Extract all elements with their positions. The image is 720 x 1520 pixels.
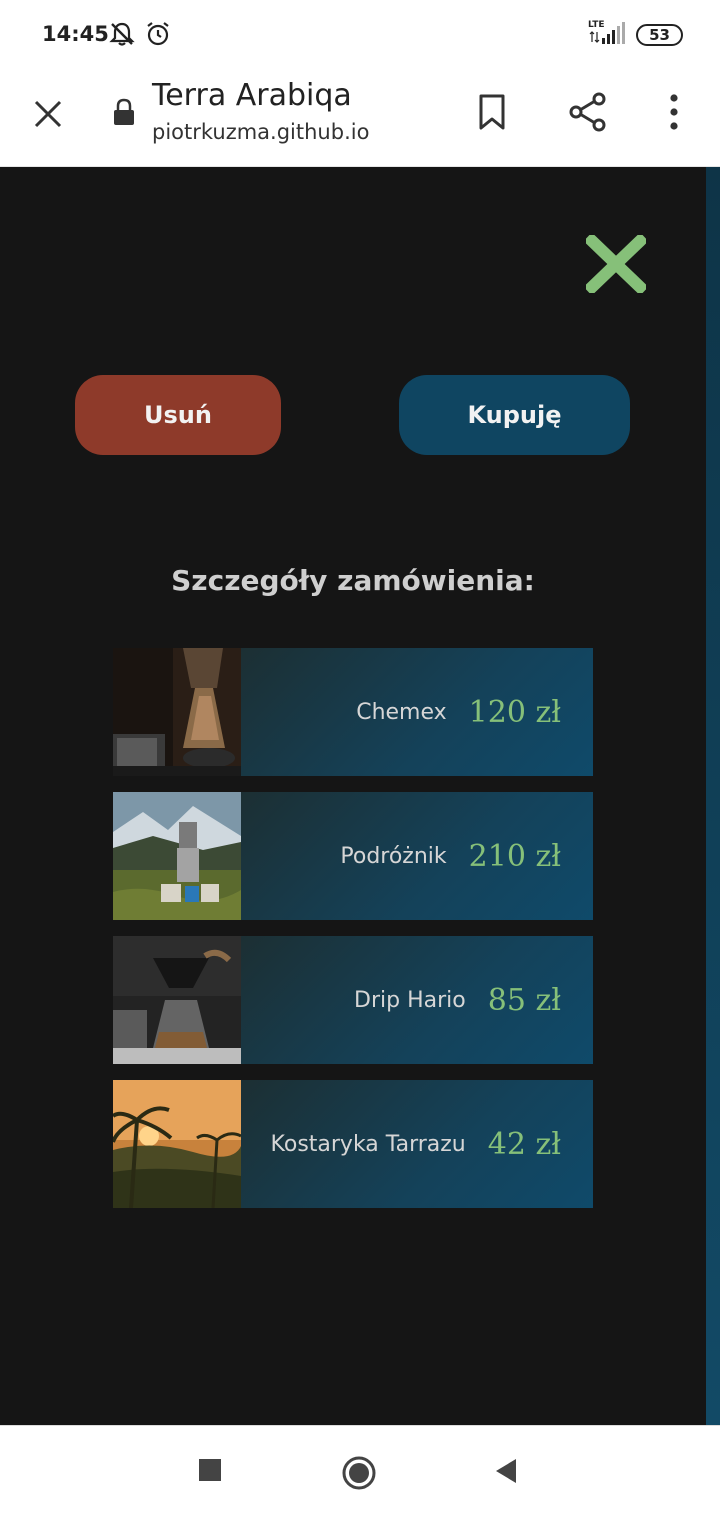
order-item-info: Chemex 120 zł <box>241 648 593 776</box>
alarm-icon <box>144 20 172 53</box>
page-title: Terra Arabiqa <box>152 78 352 113</box>
close-icon[interactable] <box>26 92 70 136</box>
page-url[interactable]: piotrkuzma.github.io <box>152 120 369 144</box>
navigation-bar <box>0 1425 720 1520</box>
recents-icon[interactable] <box>198 1458 222 1487</box>
lock-icon <box>112 98 136 126</box>
browser-toolbar: Terra Arabiqa piotrkuzma.github.io <box>0 70 720 167</box>
item-name: Chemex <box>356 699 447 725</box>
order-item: Podróżnik 210 zł <box>113 792 593 920</box>
page-content: Usuń Kupuję Szczegóły zamówienia: Chemex… <box>0 167 720 1425</box>
page-edge-strip <box>706 167 720 1425</box>
remove-button[interactable]: Usuń <box>75 375 281 455</box>
order-item: Kostaryka Tarrazu 42 zł <box>113 1080 593 1208</box>
item-price: 42 zł <box>487 1126 561 1162</box>
item-name: Drip Hario <box>354 987 466 1013</box>
order-item-info: Podróżnik 210 zł <box>241 792 593 920</box>
share-icon[interactable] <box>566 90 610 134</box>
product-image <box>113 1080 241 1208</box>
order-item: Drip Hario 85 zł <box>113 936 593 1064</box>
bookmark-icon[interactable] <box>470 90 514 134</box>
order-item-info: Drip Hario 85 zł <box>241 936 593 1064</box>
buy-button[interactable]: Kupuję <box>399 375 630 455</box>
item-price: 85 zł <box>487 982 561 1018</box>
product-image <box>113 792 241 920</box>
item-price: 120 zł <box>468 694 561 730</box>
more-vert-icon[interactable] <box>660 90 688 134</box>
home-icon[interactable] <box>341 1455 377 1496</box>
back-icon[interactable] <box>494 1458 518 1489</box>
item-name: Kostaryka Tarrazu <box>270 1131 466 1157</box>
order-item-info: Kostaryka Tarrazu 42 zł <box>241 1080 593 1208</box>
product-image <box>113 648 241 776</box>
order-list: Chemex 120 zł Podróżnik 210 zł Drip Hari… <box>113 648 593 1224</box>
product-image <box>113 936 241 1064</box>
order-heading: Szczegóły zamówienia: <box>171 564 535 597</box>
close-cart-icon[interactable] <box>583 232 649 296</box>
battery-icon: 53 <box>636 24 683 46</box>
item-name: Podróżnik <box>340 843 447 869</box>
notifications-off-icon <box>108 20 136 53</box>
status-time: 14:45 <box>42 22 109 46</box>
signal-icon: LTE <box>588 20 628 46</box>
status-bar: 14:45 LTE 53 <box>0 0 720 70</box>
order-item: Chemex 120 zł <box>113 648 593 776</box>
item-price: 210 zł <box>468 838 561 874</box>
